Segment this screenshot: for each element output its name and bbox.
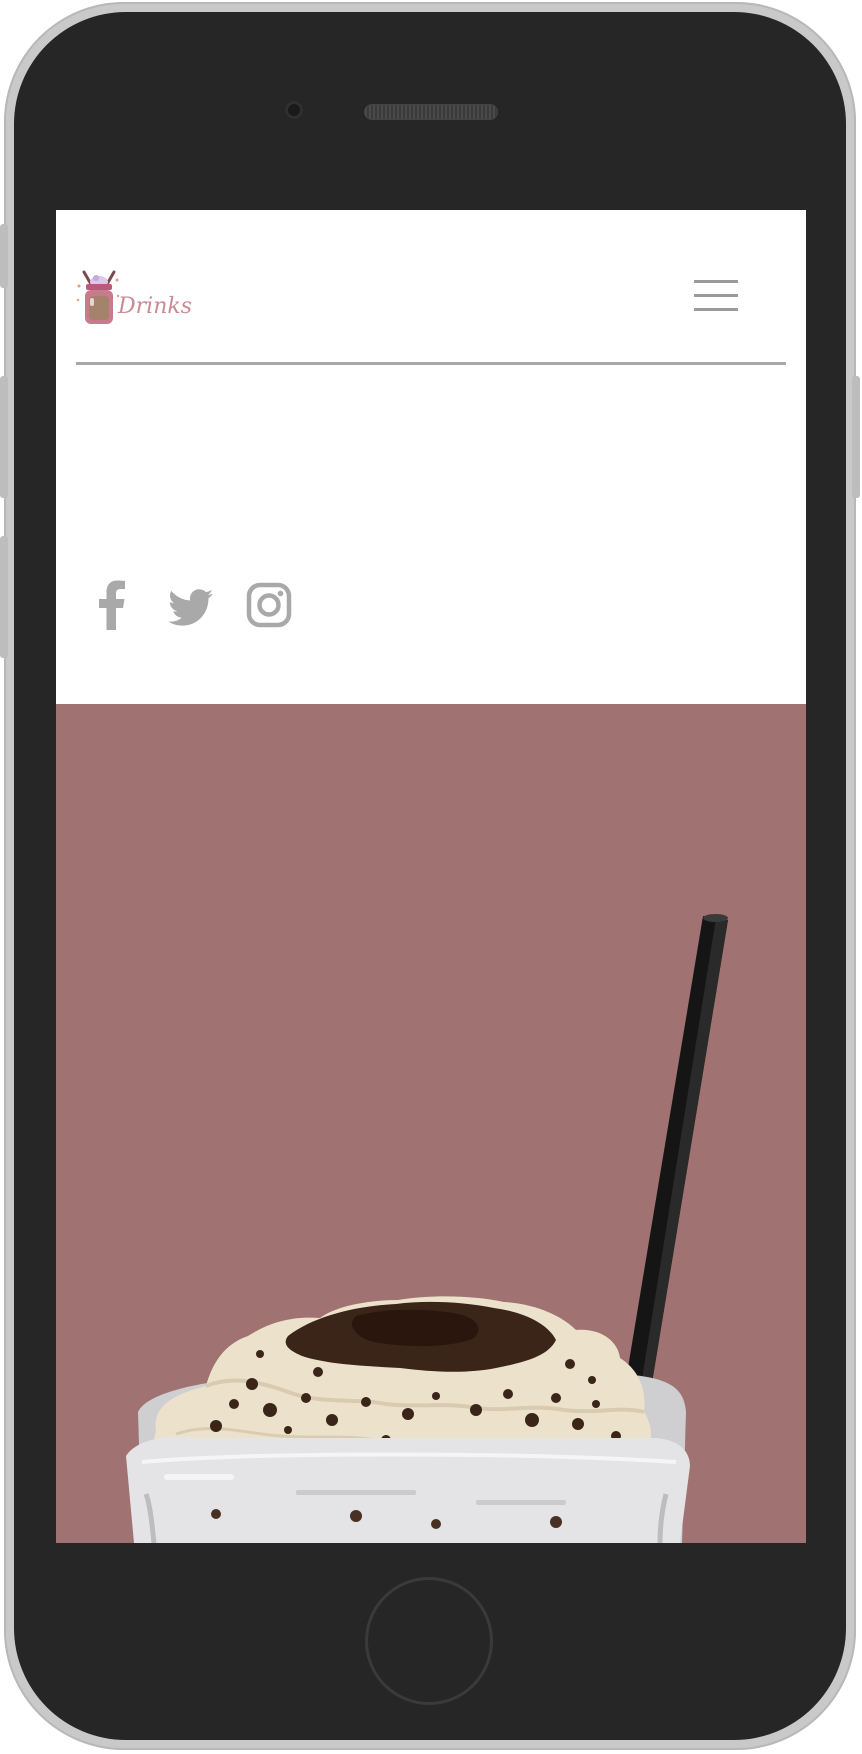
- twitter-icon[interactable]: [168, 580, 214, 630]
- instagram-icon[interactable]: [246, 580, 292, 630]
- hamburger-menu-icon[interactable]: [694, 280, 742, 316]
- front-camera: [285, 101, 303, 119]
- site-header: Drinks: [56, 210, 806, 365]
- phone-screen: Drinks: [56, 210, 806, 1543]
- power-button: [852, 376, 860, 498]
- hero-section: [56, 704, 806, 1543]
- milkshake-jar-icon: [76, 270, 120, 324]
- earpiece-speaker: [364, 104, 498, 120]
- logo-text: Drinks: [118, 294, 192, 319]
- home-button[interactable]: [365, 1577, 493, 1705]
- facebook-icon[interactable]: [98, 580, 126, 630]
- mute-switch: [0, 224, 8, 288]
- header-divider: [76, 362, 786, 365]
- volume-up-button: [0, 376, 8, 498]
- milkshake-image: [126, 914, 728, 1543]
- volume-down-button: [0, 536, 8, 658]
- site-logo[interactable]: Drinks: [76, 266, 192, 332]
